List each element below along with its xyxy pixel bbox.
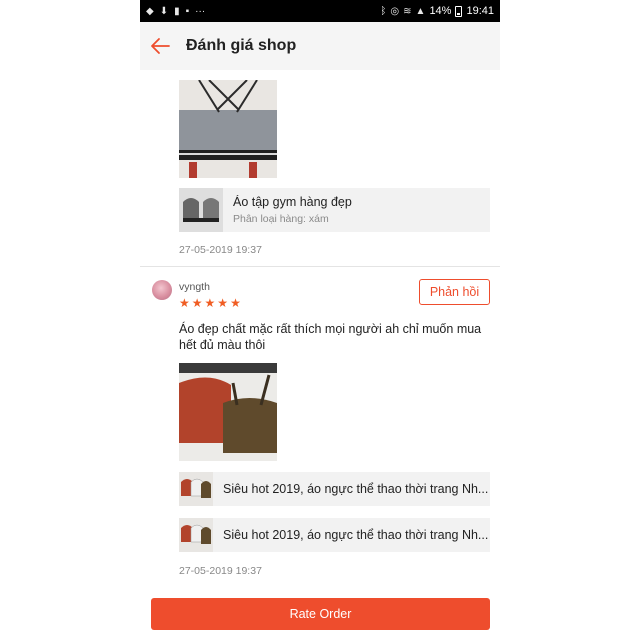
more-notifications: ··· xyxy=(195,5,206,17)
alarm-icon: ◎ xyxy=(390,5,400,17)
product-item[interactable]: Áo tập gym hàng đẹp Phân loại hàng: xám xyxy=(179,188,490,232)
review-date: 27-05-2019 19:37 xyxy=(179,565,262,577)
battery-alert-icon: ▮ xyxy=(174,5,180,17)
signal-icon: ▲ xyxy=(415,5,426,17)
product-name: Siêu hot 2019, áo ngực thể thao thời tra… xyxy=(223,528,489,542)
status-bar: ◆ ⬇ ▮ ▪ ··· ᛒ ◎ ≋ ▲ 14% 19:41 xyxy=(140,0,500,22)
page-title: Đánh giá shop xyxy=(186,37,297,54)
notification-icon: ◆ xyxy=(146,5,154,17)
product-thumbnail xyxy=(179,472,213,506)
phone-screen: ◆ ⬇ ▮ ▪ ··· ᛒ ◎ ≋ ▲ 14% 19:41 Đánh giá s… xyxy=(140,0,500,640)
product-thumbnail xyxy=(179,518,213,552)
back-arrow-icon[interactable] xyxy=(148,34,172,58)
review-divider xyxy=(140,266,500,267)
product-name: Siêu hot 2019, áo ngực thể thao thời tra… xyxy=(223,482,489,496)
review-photo[interactable] xyxy=(179,363,277,461)
review-photo[interactable] xyxy=(179,80,277,178)
product-variant: Phân loại hàng: xám xyxy=(233,213,329,225)
sim-icon: ▪ xyxy=(185,5,190,17)
product-name: Áo tập gym hàng đẹp xyxy=(233,195,352,209)
bluetooth-icon: ᛒ xyxy=(380,5,387,17)
review-date: 27-05-2019 19:37 xyxy=(179,244,262,256)
avatar[interactable] xyxy=(152,280,172,300)
star-rating: ★ ★ ★ ★ ★ xyxy=(179,297,241,309)
download-icon: ⬇ xyxy=(159,5,169,17)
battery-icon xyxy=(455,5,463,17)
status-notifications: ◆ ⬇ ▮ ▪ ··· xyxy=(146,6,380,17)
reply-button[interactable]: Phản hồi xyxy=(419,279,490,305)
star-icon: ★ xyxy=(217,296,229,310)
star-icon: ★ xyxy=(191,296,203,310)
star-icon: ★ xyxy=(204,296,216,310)
clock: 19:41 xyxy=(466,5,494,17)
battery-percent: 14% xyxy=(429,5,452,17)
star-icon: ★ xyxy=(179,296,190,310)
wifi-icon: ≋ xyxy=(403,5,412,17)
reviewer-username: vyngth xyxy=(179,281,210,293)
rate-order-button[interactable]: Rate Order xyxy=(151,598,490,630)
star-icon: ★ xyxy=(230,296,241,310)
review-comment: Áo đẹp chất mặc rất thích mọi người ah c… xyxy=(179,322,482,352)
product-item[interactable]: Siêu hot 2019, áo ngực thể thao thời tra… xyxy=(179,518,490,552)
app-header: Đánh giá shop xyxy=(140,22,500,70)
product-thumbnail xyxy=(179,188,223,232)
product-item[interactable]: Siêu hot 2019, áo ngực thể thao thời tra… xyxy=(179,472,490,506)
